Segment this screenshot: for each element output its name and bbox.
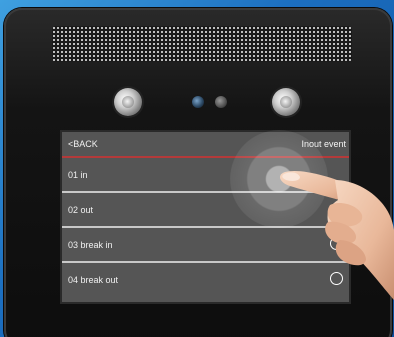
back-button[interactable]: <BACK xyxy=(68,139,98,149)
menu-item-break-in[interactable]: 03 break in xyxy=(62,228,349,263)
screw-left xyxy=(114,88,142,116)
camera-lens xyxy=(192,96,204,108)
screw-right xyxy=(272,88,300,116)
radio-icon[interactable] xyxy=(330,237,343,250)
touch-ripple-icon xyxy=(230,130,328,228)
menu-item-break-out[interactable]: 04 break out xyxy=(62,263,349,296)
menu-item-label: 04 break out xyxy=(68,275,119,285)
photo-scene: <BACK Inout event 01 in 02 out 03 break … xyxy=(0,0,394,337)
sensor-lens xyxy=(215,96,227,108)
menu-item-label: 03 break in xyxy=(68,240,113,250)
speaker-grille xyxy=(52,26,352,62)
menu-item-label: 02 out xyxy=(68,205,94,215)
menu-item-label: 01 in xyxy=(68,170,88,180)
radio-icon[interactable] xyxy=(330,272,343,285)
